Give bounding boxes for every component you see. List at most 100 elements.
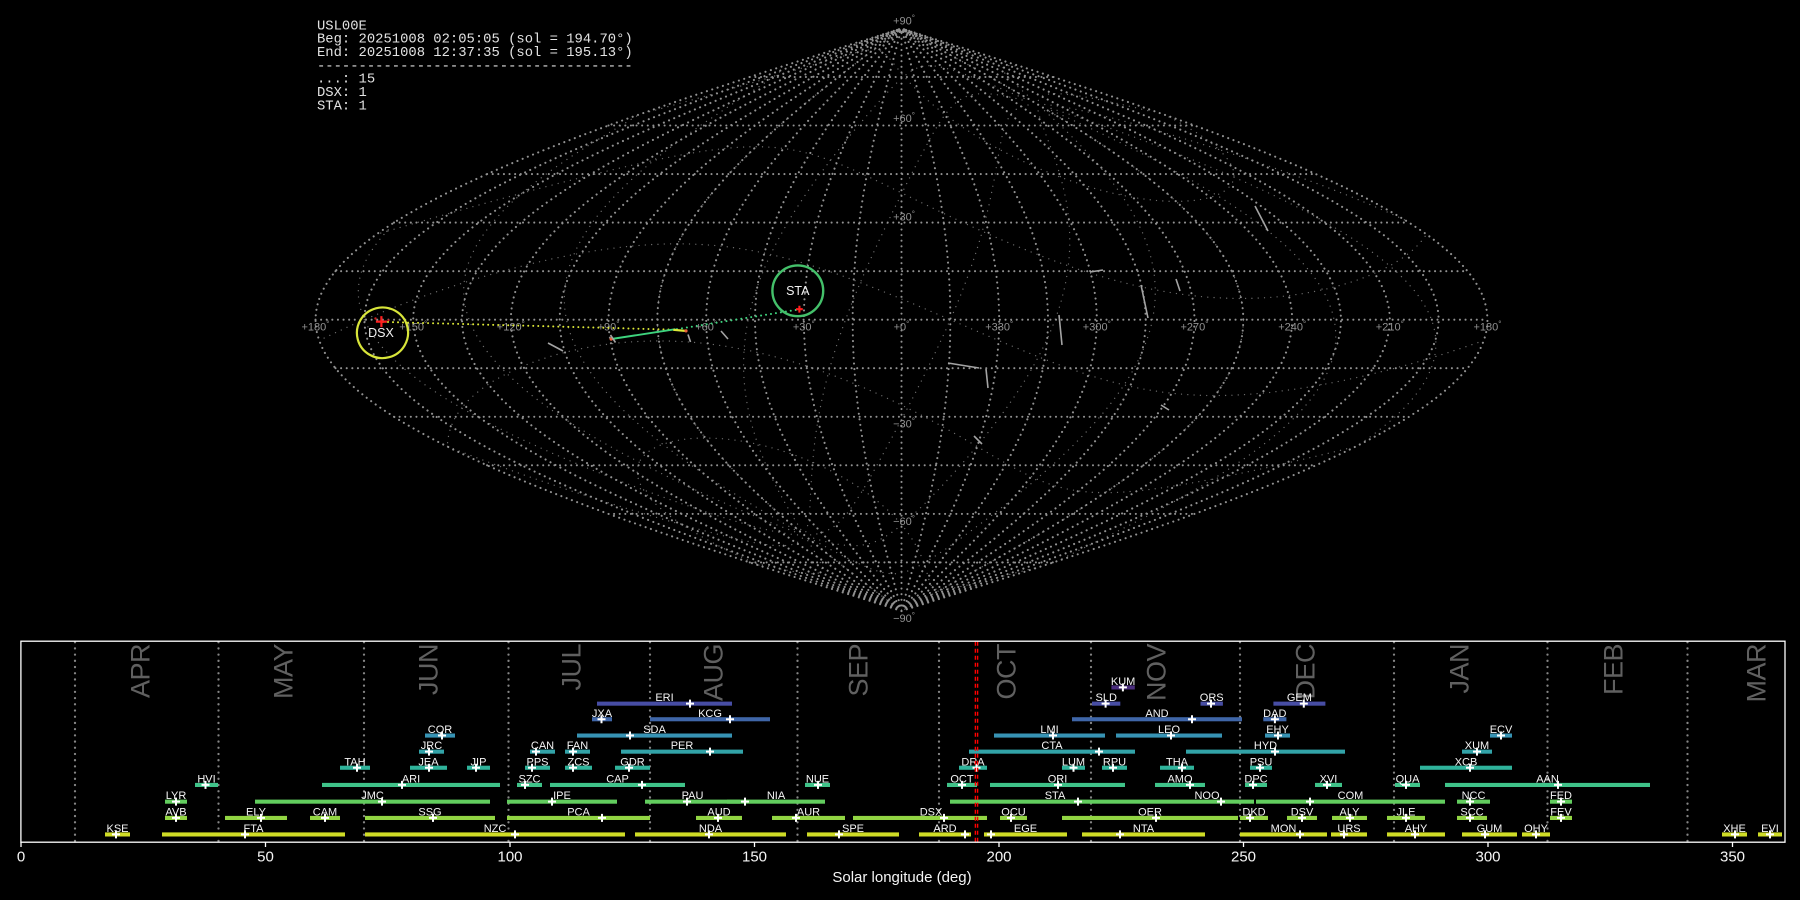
svg-text:200: 200 [986, 849, 1011, 866]
svg-text:GEM: GEM [1287, 692, 1312, 704]
svg-text:MAR: MAR [1742, 644, 1772, 703]
svg-text:FEB: FEB [1599, 644, 1629, 695]
svg-text:LMI: LMI [1040, 724, 1058, 736]
svg-text:OER: OER [1138, 807, 1162, 819]
svg-text:PAU: PAU [682, 790, 704, 802]
svg-text:FEV: FEV [1550, 807, 1572, 819]
svg-text:JEA: JEA [418, 756, 439, 768]
svg-text:+30°: +30° [893, 210, 915, 224]
svg-text:LUM: LUM [1062, 756, 1085, 768]
svg-text:XHE: XHE [1723, 823, 1746, 835]
svg-text:−90°: −90° [893, 611, 915, 625]
svg-text:+210°: +210° [1376, 320, 1404, 334]
svg-text:SZC: SZC [519, 774, 541, 786]
svg-text:FED: FED [1550, 790, 1572, 802]
svg-text:−60°: −60° [893, 514, 915, 528]
svg-text:JLE: JLE [1397, 807, 1416, 819]
svg-text:JMC: JMC [361, 790, 384, 802]
svg-text:SDA: SDA [643, 724, 666, 736]
svg-text:NCC: NCC [1462, 790, 1486, 802]
svg-text:CAM: CAM [313, 807, 337, 819]
svg-text:Solar longitude (deg): Solar longitude (deg) [832, 869, 971, 886]
svg-text:QUA: QUA [1396, 774, 1421, 786]
svg-text:XVI: XVI [1320, 774, 1338, 786]
svg-text:APR: APR [126, 644, 156, 698]
svg-text:JUN: JUN [414, 644, 444, 695]
svg-text:AMO: AMO [1167, 774, 1193, 786]
svg-text:+60°: +60° [893, 111, 915, 125]
svg-text:DSX: DSX [920, 807, 943, 819]
svg-text:NTA: NTA [1133, 823, 1155, 835]
svg-text:CTA: CTA [1041, 740, 1063, 752]
svg-text:SEP: SEP [844, 644, 874, 697]
svg-text:NIA: NIA [767, 790, 786, 802]
svg-text:AUG: AUG [699, 644, 729, 701]
svg-text:HVI: HVI [197, 774, 215, 786]
svg-text:DKD: DKD [1242, 807, 1265, 819]
svg-text:350: 350 [1720, 849, 1745, 866]
svg-text:NDA: NDA [699, 823, 723, 835]
svg-text:LEO: LEO [1158, 724, 1180, 736]
svg-text:DPC: DPC [1244, 774, 1267, 786]
svg-text:DEC: DEC [1291, 644, 1321, 700]
svg-text:+300°: +300° [1083, 320, 1111, 334]
svg-text:TAH: TAH [344, 756, 365, 768]
svg-text:AUR: AUR [797, 807, 820, 819]
svg-text:NZC: NZC [484, 823, 507, 835]
svg-text:+270°: +270° [1181, 320, 1209, 334]
svg-text:JXA: JXA [592, 708, 613, 720]
svg-text:URS: URS [1337, 823, 1360, 835]
svg-text:DSV: DSV [1291, 807, 1314, 819]
svg-text:+30°: +30° [793, 320, 815, 334]
svg-text:PSU: PSU [1250, 756, 1273, 768]
svg-text:SLD: SLD [1095, 692, 1116, 704]
svg-text:50: 50 [257, 849, 274, 866]
svg-text:JAN: JAN [1445, 644, 1475, 694]
svg-text:ERI: ERI [655, 692, 673, 704]
svg-text:SSG: SSG [418, 807, 441, 819]
svg-text:OCU: OCU [1001, 807, 1026, 819]
svg-text:IPE: IPE [553, 790, 571, 802]
svg-text:KUM: KUM [1111, 676, 1135, 688]
svg-text:XUM: XUM [1465, 740, 1489, 752]
svg-text:300: 300 [1475, 849, 1500, 866]
svg-text:OHY: OHY [1524, 823, 1549, 835]
svg-text:DSX: DSX [368, 326, 394, 340]
svg-text:ECV: ECV [1490, 724, 1513, 736]
svg-text:ARD: ARD [933, 823, 956, 835]
svg-text:ORI: ORI [1048, 774, 1068, 786]
svg-text:CAN: CAN [531, 740, 554, 752]
svg-text:AAN: AAN [1536, 774, 1559, 786]
svg-text:AVB: AVB [165, 807, 186, 819]
svg-text:RPU: RPU [1103, 756, 1126, 768]
svg-text:PPS: PPS [526, 756, 548, 768]
svg-text:PER: PER [671, 740, 694, 752]
svg-text:STA: STA [786, 284, 810, 298]
svg-text:ARI: ARI [402, 774, 420, 786]
svg-text:COM: COM [1338, 790, 1364, 802]
svg-text:+180°: +180° [1474, 320, 1502, 334]
svg-text:+90°: +90° [893, 14, 915, 28]
svg-text:AHY: AHY [1405, 823, 1428, 835]
svg-text:OCT: OCT [950, 774, 974, 786]
svg-text:MAY: MAY [269, 644, 299, 699]
svg-text:XCB: XCB [1455, 756, 1478, 768]
svg-text:SPE: SPE [842, 823, 864, 835]
svg-text:DAD: DAD [1263, 708, 1286, 720]
svg-text:CQR: CQR [428, 724, 453, 736]
svg-text:FAN: FAN [567, 740, 588, 752]
svg-text:NOO: NOO [1194, 790, 1220, 802]
svg-text:PCA: PCA [567, 807, 590, 819]
svg-text:NUE: NUE [806, 774, 829, 786]
svg-text:JUL: JUL [557, 644, 587, 691]
svg-text:ZCS: ZCS [568, 756, 590, 768]
svg-text:+330°: +330° [985, 320, 1013, 334]
svg-text:SCC: SCC [1460, 807, 1483, 819]
svg-text:150: 150 [742, 849, 767, 866]
svg-text:OCT: OCT [992, 644, 1022, 700]
svg-text:0: 0 [17, 849, 25, 866]
svg-text:KSE: KSE [106, 823, 128, 835]
svg-text:EVI: EVI [1761, 823, 1779, 835]
svg-text:LYR: LYR [166, 790, 187, 802]
svg-text:EHY: EHY [1266, 724, 1289, 736]
